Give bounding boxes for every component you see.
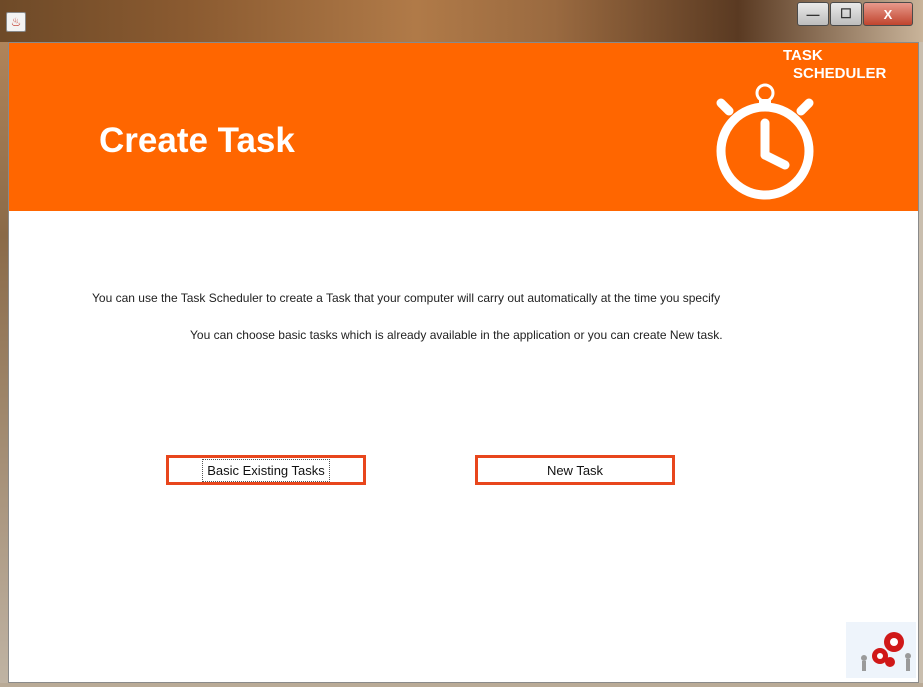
header-banner: Create Task TASK SCHEDULER [9, 43, 918, 211]
java-icon[interactable]: ♨ [6, 12, 26, 32]
window-controls: — ☐ X [796, 2, 913, 26]
description-line-2: You can choose basic tasks which is alre… [190, 328, 723, 342]
window-frame-right [919, 42, 923, 687]
content-panel: Create Task TASK SCHEDULER You can use t… [8, 42, 919, 683]
maximize-button[interactable]: ☐ [830, 2, 862, 26]
minimize-button[interactable]: — [797, 2, 829, 26]
brand-logo-text: TASK SCHEDULER [777, 47, 886, 83]
title-bar: ♨ — ☐ X [0, 0, 923, 42]
basic-existing-tasks-button[interactable]: Basic Existing Tasks [166, 455, 366, 485]
stopwatch-icon [716, 83, 814, 200]
description-line-1: You can use the Task Scheduler to create… [92, 291, 721, 305]
gears-people-icon [846, 622, 916, 678]
close-button[interactable]: X [863, 2, 913, 26]
page-title: Create Task [99, 121, 295, 160]
new-task-button[interactable]: New Task [475, 455, 675, 485]
basic-existing-tasks-label: Basic Existing Tasks [202, 458, 330, 482]
window-frame-left [0, 42, 8, 687]
new-task-label: New Task [546, 462, 604, 478]
window-frame-bottom [0, 683, 923, 687]
brand-line-1: TASK [783, 47, 823, 64]
